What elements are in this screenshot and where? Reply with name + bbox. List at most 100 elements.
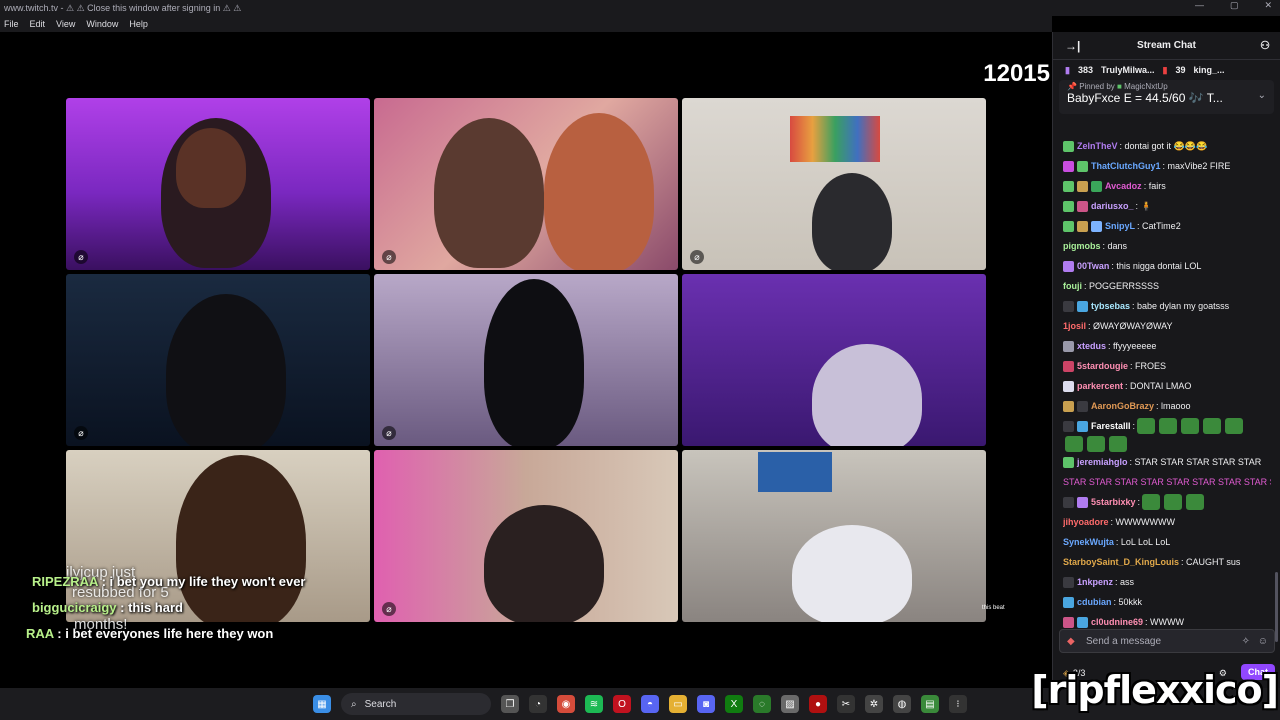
menu-view[interactable]: View — [56, 19, 75, 29]
chat-username[interactable]: SnipyL — [1105, 216, 1135, 236]
chat-username[interactable]: SynekWujta — [1063, 532, 1114, 552]
chat-badge-icon[interactable] — [1063, 596, 1074, 608]
chat-username[interactable]: Farestalll — [1091, 416, 1131, 436]
emote-icon[interactable] — [1181, 418, 1200, 434]
chat-badge-icon[interactable] — [1091, 220, 1102, 232]
start-icon[interactable]: ▦ — [313, 695, 331, 713]
chat-username[interactable]: cdubian — [1077, 592, 1112, 612]
spotify-icon[interactable]: ≋ — [585, 695, 603, 713]
emote-icon[interactable] — [1142, 494, 1161, 510]
menu-window[interactable]: Window — [86, 19, 118, 29]
gift-icon: ▮ — [1162, 64, 1168, 75]
chat-username[interactable]: 00Twan — [1077, 256, 1109, 276]
chat-badge-icon[interactable] — [1077, 496, 1088, 508]
folder-icon[interactable]: ▭ — [669, 695, 687, 713]
emote-icon[interactable] — [1203, 418, 1222, 434]
chat-badge-icon[interactable] — [1077, 400, 1088, 412]
chat-badge-icon[interactable] — [1063, 420, 1074, 432]
chat-username[interactable]: 1josil — [1063, 316, 1086, 336]
chat-badge-icon[interactable] — [1063, 380, 1074, 392]
chat-username[interactable]: 5starbixky — [1091, 492, 1136, 512]
chat-input[interactable]: ◆ Send a message ✧ ☺ — [1059, 629, 1275, 653]
discord-icon[interactable]: ◓ — [641, 695, 659, 713]
chat-badge-icon[interactable] — [1077, 616, 1088, 628]
collapse-chat-icon[interactable]: →| — [1065, 39, 1080, 53]
close-button[interactable]: ✕ — [1264, 0, 1272, 11]
game-icon[interactable]: ▨ — [781, 695, 799, 713]
emote-icon[interactable] — [1109, 436, 1127, 452]
emote-icon[interactable] — [1137, 418, 1156, 434]
emote-icon[interactable] — [1225, 418, 1244, 434]
chat-badge-icon[interactable] — [1063, 576, 1074, 588]
gift-leaderboard[interactable]: ▮ 383 TrulyMilwa... ▮ 39 king_... — [1053, 60, 1280, 80]
app2-icon[interactable]: ▤ — [921, 695, 939, 713]
chat-username[interactable]: Avcadoz — [1105, 176, 1142, 196]
xbox-icon[interactable]: X — [725, 695, 743, 713]
maximize-button[interactable]: ▢ — [1230, 0, 1239, 11]
capcut-icon[interactable]: ✂ — [837, 695, 855, 713]
chat-badge-icon[interactable] — [1063, 340, 1074, 352]
emote-icon[interactable] — [1186, 494, 1205, 510]
chat-badge-icon[interactable] — [1063, 400, 1074, 412]
copilot-icon[interactable]: ◔ — [529, 695, 547, 713]
chat-username[interactable]: jeremiahglo — [1077, 452, 1128, 472]
record-icon[interactable]: ● — [809, 695, 827, 713]
chat-badge-icon[interactable] — [1063, 200, 1074, 212]
chat-username[interactable]: fouji — [1063, 276, 1082, 296]
chat-badge-icon[interactable] — [1091, 180, 1102, 192]
chat-badge-icon[interactable] — [1063, 220, 1074, 232]
chat-badge-icon[interactable] — [1063, 616, 1074, 628]
video-player[interactable]: 12015 ⌀ ⌀ ⌀ ⌀ ⌀ ⌀ ilyjcup just resubbed — [0, 32, 1052, 688]
chat-badge-icon[interactable] — [1063, 456, 1074, 468]
chat-badge-icon[interactable] — [1063, 360, 1074, 372]
chat-username[interactable]: ZelnTheV — [1077, 136, 1118, 156]
chat-username[interactable]: xtedus — [1077, 336, 1106, 356]
menu-file[interactable]: File — [4, 19, 19, 29]
taskview-icon[interactable]: ❐ — [501, 695, 519, 713]
chat-scrollbar[interactable] — [1275, 572, 1278, 642]
bits-icon[interactable]: ◆ — [1067, 636, 1075, 647]
chat-badge-icon[interactable] — [1063, 300, 1074, 312]
chat-badge-icon[interactable] — [1063, 180, 1074, 192]
emote-icon[interactable] — [1065, 436, 1083, 452]
menu-edit[interactable]: Edit — [30, 19, 46, 29]
emote-icon[interactable] — [1087, 436, 1105, 452]
emote-icon[interactable]: ✧ — [1242, 636, 1250, 647]
app-icon[interactable]: ◙ — [697, 695, 715, 713]
chat-username[interactable]: jihyoadore — [1063, 512, 1109, 532]
smiley-icon[interactable]: ☺ — [1258, 636, 1268, 647]
users-icon[interactable]: ⚇ — [1260, 39, 1270, 52]
taskbar-search[interactable]: ⌕ Search — [341, 693, 491, 715]
obs-icon[interactable]: ◍ — [893, 695, 911, 713]
emote-icon[interactable] — [1159, 418, 1178, 434]
gamepad-icon[interactable]: ◌ — [753, 695, 771, 713]
chat-badge-icon[interactable] — [1063, 140, 1074, 152]
chat-badge-icon[interactable] — [1063, 260, 1074, 272]
chat-badge-icon[interactable] — [1077, 220, 1088, 232]
chat-username[interactable]: AaronGoBrazy — [1091, 396, 1154, 416]
chevron-down-icon[interactable]: ⌄ — [1258, 90, 1266, 101]
chat-username[interactable]: StarboySaint_D_KingLouis — [1063, 552, 1179, 572]
chat-username[interactable]: ThatClutchGuy1 — [1091, 156, 1161, 176]
opera-icon[interactable]: O — [613, 695, 631, 713]
chat-badge-icon[interactable] — [1077, 200, 1088, 212]
minimize-button[interactable]: — — [1195, 0, 1204, 11]
chat-username[interactable]: tybsebas — [1091, 296, 1130, 316]
chat-username[interactable]: pigmobs — [1063, 236, 1101, 256]
overflow-icon[interactable]: ⁝ — [949, 695, 967, 713]
emote-icon[interactable] — [1164, 494, 1183, 510]
chat-badge-icon[interactable] — [1063, 496, 1074, 508]
chat-badge-icon[interactable] — [1077, 160, 1088, 172]
chrome-icon[interactable]: ◉ — [557, 695, 575, 713]
chat-username[interactable]: parkercent — [1077, 376, 1123, 396]
pinned-message[interactable]: 📌 Pinned by ■ MagicNxtUp BabyFxce E = 44… — [1059, 80, 1274, 114]
menu-help[interactable]: Help — [129, 19, 148, 29]
chat-username[interactable]: 5stardougie — [1077, 356, 1128, 376]
chat-badge-icon[interactable] — [1077, 300, 1088, 312]
chat-badge-icon[interactable] — [1063, 160, 1074, 172]
chat-username[interactable]: dariusxo_ — [1091, 196, 1134, 216]
chat-badge-icon[interactable] — [1077, 180, 1088, 192]
chat-badge-icon[interactable] — [1077, 420, 1088, 432]
chat-username[interactable]: 1nkpenz — [1077, 572, 1113, 592]
openai-icon[interactable]: ✲ — [865, 695, 883, 713]
